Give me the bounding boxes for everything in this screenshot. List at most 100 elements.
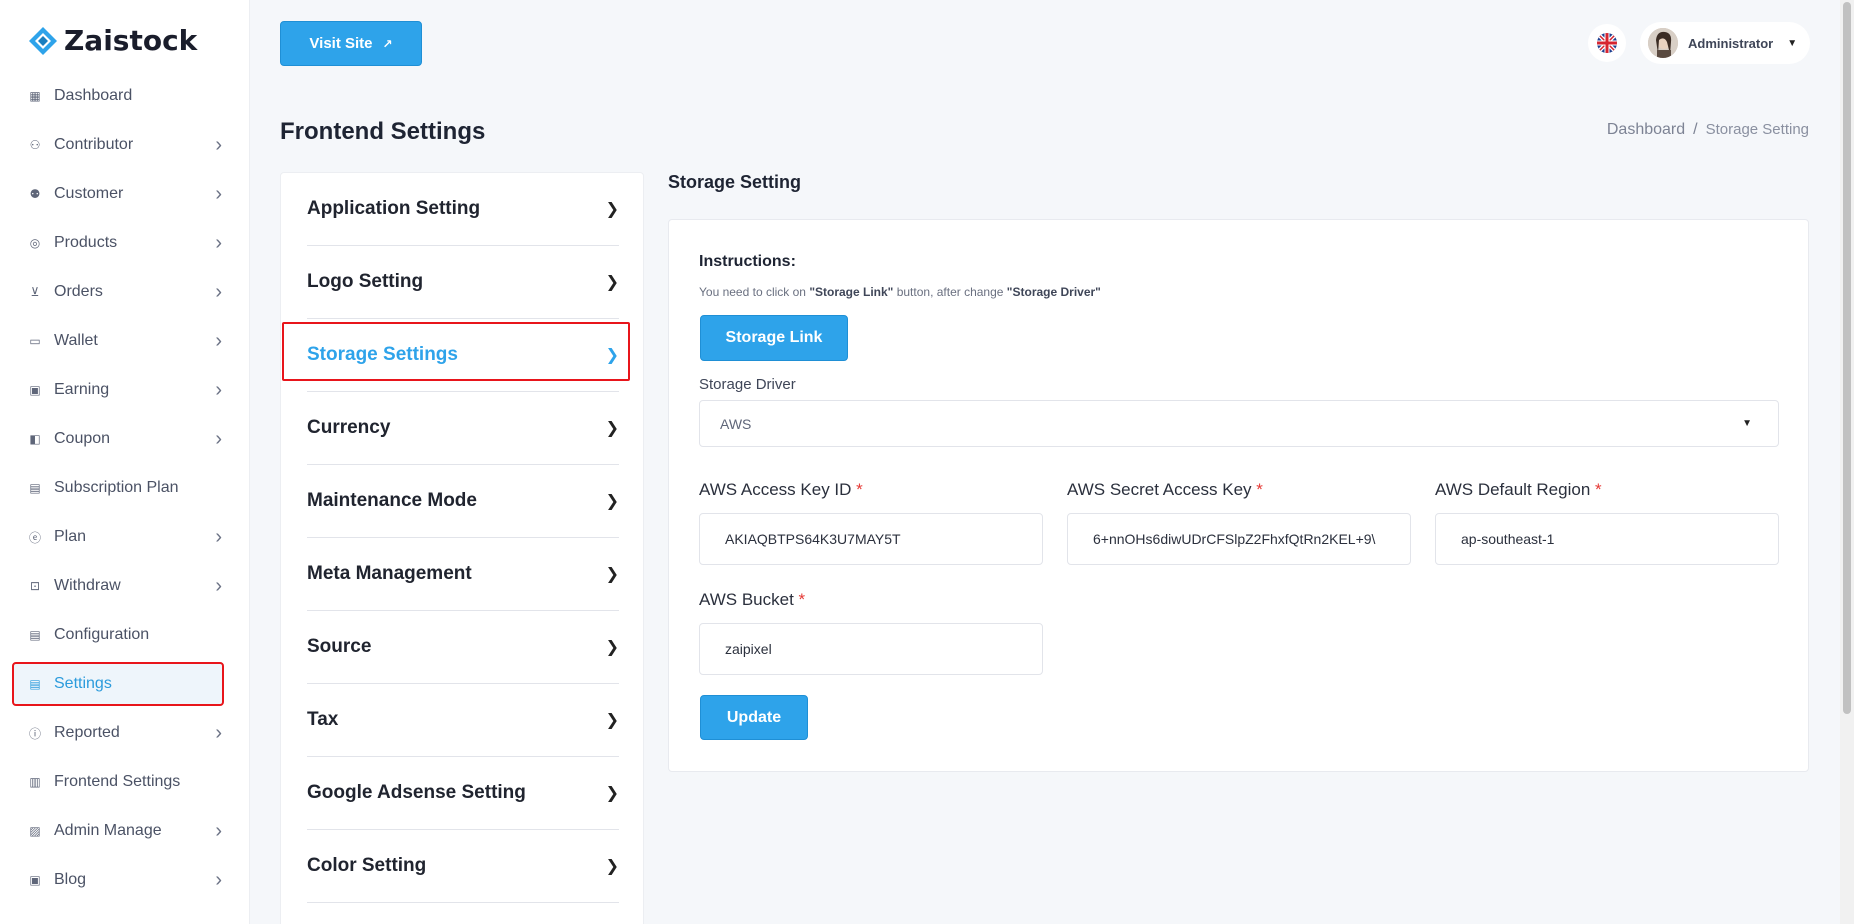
chevron-right-icon: › bbox=[215, 280, 222, 303]
sidebar-item-label: Customer bbox=[54, 185, 124, 202]
update-button[interactable]: Update bbox=[700, 695, 808, 740]
settings-menu-item-color-setting[interactable]: Color Setting ❯ bbox=[307, 830, 619, 903]
sidebar-item-frontend-settings[interactable]: ▥ Frontend Settings bbox=[12, 760, 238, 804]
sidebar-item-label: Orders bbox=[54, 283, 103, 300]
aws-secret-key-label: AWS Secret Access Key * bbox=[1067, 480, 1263, 500]
sidebar-item-label: Earning bbox=[54, 381, 110, 398]
sidebar-item-coupon[interactable]: ◧ Coupon › bbox=[12, 417, 238, 461]
sidebar-item-wallet[interactable]: ▭ Wallet › bbox=[12, 319, 238, 363]
sidebar-item-earning[interactable]: ▣ Earning › bbox=[12, 368, 238, 412]
chevron-right-icon: › bbox=[215, 378, 222, 401]
sidebar-item-label: Frontend Settings bbox=[54, 773, 181, 790]
aws-secret-key-input[interactable]: 6+nnOHs6diwUDrCFSlpZ2FhxfQtRn2KEL+9\ bbox=[1067, 513, 1411, 565]
cart-icon: ⊻ bbox=[30, 285, 40, 299]
sidebar-item-label: Products bbox=[54, 234, 118, 251]
aws-secret-key-label-text: AWS Secret Access Key bbox=[1067, 480, 1252, 499]
required-mark: * bbox=[856, 480, 863, 499]
sidebar-item-contributor[interactable]: ⚇ Contributor › bbox=[12, 123, 238, 167]
settings-menu-item-label: Maintenance Mode bbox=[307, 490, 477, 511]
sidebar-item-blog[interactable]: ▣ Blog › bbox=[12, 858, 238, 902]
visit-site-button[interactable]: Visit Site ↗ bbox=[280, 21, 422, 66]
user-name: Administrator bbox=[1688, 35, 1774, 51]
sidebar-item-admin-manage[interactable]: ▨ Admin Manage › bbox=[12, 809, 238, 853]
sidebar-item-label: Contributor bbox=[54, 136, 134, 153]
aws-region-input[interactable]: ap-southeast-1 bbox=[1435, 513, 1779, 565]
sidebar-item-reported[interactable]: ⓘ Reported › bbox=[12, 711, 238, 755]
breadcrumb-current: Storage Setting bbox=[1705, 121, 1809, 138]
scrollbar-thumb[interactable] bbox=[1843, 2, 1851, 714]
sidebar-item-plan[interactable]: ⓔ Plan › bbox=[12, 515, 238, 559]
language-switcher[interactable] bbox=[1588, 24, 1626, 62]
sidebar-item-label: Settings bbox=[54, 675, 112, 692]
settings-menu-item-source[interactable]: Source ❯ bbox=[307, 611, 619, 684]
sidebar-item-label: Subscription Plan bbox=[54, 479, 179, 496]
app-logo[interactable]: Zaistock bbox=[28, 24, 197, 57]
breadcrumb: Dashboard / Storage Setting bbox=[1607, 121, 1809, 139]
chevron-right-icon: › bbox=[215, 574, 222, 597]
settings-menu-item-tax[interactable]: Tax ❯ bbox=[307, 684, 619, 757]
sidebar-item-subscription-plan[interactable]: ▤ Subscription Plan bbox=[12, 466, 238, 510]
aws-access-key-input[interactable]: AKIAQBTPS64K3U7MAY5T bbox=[699, 513, 1043, 565]
money-icon: ▣ bbox=[29, 383, 41, 397]
chevron-right-icon: ❯ bbox=[605, 347, 619, 364]
aws-bucket-input[interactable]: zaipixel bbox=[699, 623, 1043, 675]
settings-menu-item-meta-management[interactable]: Meta Management ❯ bbox=[307, 538, 619, 611]
user-menu[interactable]: Administrator ▼ bbox=[1640, 22, 1810, 64]
withdraw-icon: ⊡ bbox=[29, 579, 41, 593]
settings-menu-item-maintenance-mode[interactable]: Maintenance Mode ❯ bbox=[307, 465, 619, 538]
sidebar-item-orders[interactable]: ⊻ Orders › bbox=[12, 270, 238, 314]
blog-icon: ▣ bbox=[29, 873, 41, 887]
avatar bbox=[1648, 28, 1678, 58]
chevron-right-icon: › bbox=[215, 133, 222, 156]
product-icon: ◎ bbox=[29, 236, 41, 250]
wallet-icon: ▭ bbox=[29, 334, 41, 348]
settings-menu-item-label: Color Setting bbox=[307, 855, 427, 876]
instructions-title: Instructions: bbox=[699, 253, 796, 270]
settings-menu-item-application-setting[interactable]: Application Setting ❯ bbox=[307, 173, 619, 246]
sidebar-item-customer[interactable]: ⚉ Customer › bbox=[12, 172, 238, 216]
settings-icon: ▤ bbox=[29, 677, 41, 691]
breadcrumb-dashboard[interactable]: Dashboard bbox=[1607, 121, 1685, 139]
settings-menu-item-logo-setting[interactable]: Logo Setting ❯ bbox=[307, 246, 619, 319]
chevron-right-icon: ❯ bbox=[605, 858, 619, 875]
chevron-right-icon: › bbox=[215, 721, 222, 744]
storage-link-button[interactable]: Storage Link bbox=[700, 315, 848, 361]
storage-driver-select[interactable]: AWS ▼ bbox=[699, 400, 1779, 447]
sidebar-item-label: Withdraw bbox=[54, 577, 121, 594]
page-scrollbar[interactable] bbox=[1840, 0, 1854, 924]
settings-menu-item-google-adsense-setting[interactable]: Google Adsense Setting ❯ bbox=[307, 757, 619, 830]
storage-settings-card: Instructions: You need to click on "Stor… bbox=[668, 219, 1809, 772]
topbar: Visit Site ↗ Administrator ▼ bbox=[250, 0, 1840, 88]
chevron-right-icon: › bbox=[215, 427, 222, 450]
chevron-right-icon: › bbox=[215, 182, 222, 205]
settings-menu-item-currency[interactable]: Currency ❯ bbox=[307, 392, 619, 465]
chevron-right-icon: ❯ bbox=[605, 493, 619, 510]
aws-bucket-label-text: AWS Bucket bbox=[699, 590, 794, 609]
chevron-right-icon: › bbox=[215, 868, 222, 891]
sidebar-item-label: Wallet bbox=[54, 332, 98, 349]
sidebar-item-configuration[interactable]: ▤ Configuration bbox=[12, 613, 238, 657]
chevron-right-icon: ❯ bbox=[605, 785, 619, 802]
sidebar-item-settings[interactable]: ▤ Settings bbox=[12, 662, 224, 706]
sidebar-nav: ▦ Dashboard ⚇ Contributor › ⚉ Customer › ◎ Produc… bbox=[12, 74, 238, 907]
required-mark: * bbox=[798, 590, 806, 609]
sidebar-item-withdraw[interactable]: ⊡ Withdraw › bbox=[12, 564, 238, 608]
sidebar-item-label: Plan bbox=[54, 528, 87, 545]
users-icon: ⚉ bbox=[29, 187, 41, 201]
settings-menu-item-label: Source bbox=[307, 636, 372, 657]
instructions-text: You need to click on "Storage Link" butt… bbox=[699, 285, 1101, 299]
instructions-link-ref: "Storage Link" bbox=[809, 285, 894, 299]
required-mark: * bbox=[1256, 480, 1263, 499]
external-link-icon: ↗ bbox=[382, 36, 393, 51]
chevron-right-icon: › bbox=[215, 819, 222, 842]
settings-menu-item-storage-settings[interactable]: Storage Settings ❯ bbox=[307, 319, 619, 392]
plan-icon: ⓔ bbox=[28, 530, 41, 545]
caret-down-icon: ▼ bbox=[1787, 37, 1798, 49]
instructions-mid: button, after change bbox=[893, 285, 1007, 299]
chevron-right-icon: › bbox=[215, 231, 222, 254]
sidebar-item-dashboard[interactable]: ▦ Dashboard bbox=[12, 74, 238, 118]
uk-flag-icon bbox=[1597, 33, 1617, 53]
breadcrumb-separator: / bbox=[1693, 121, 1698, 138]
sidebar-item-products[interactable]: ◎ Products › bbox=[12, 221, 238, 265]
sidebar-item-label: Reported bbox=[54, 724, 120, 741]
